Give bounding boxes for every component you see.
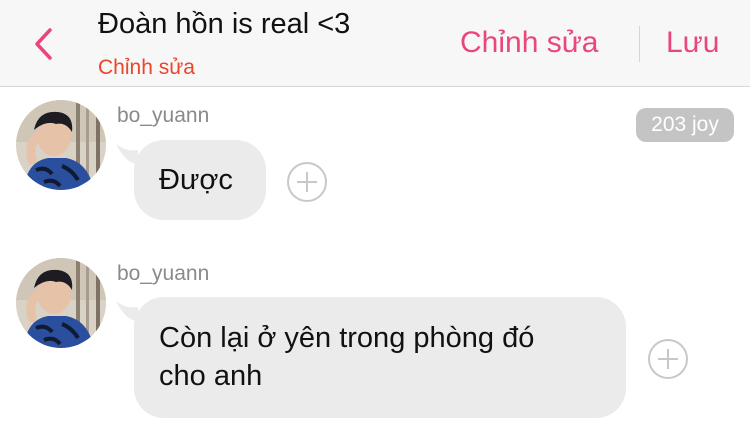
chat-subtitle[interactable]: Chỉnh sửa — [98, 56, 195, 80]
avatar-photo — [16, 258, 106, 348]
message-text-line: Còn lại ở yên trong phòng đó — [159, 322, 535, 354]
message-bubble: Được — [134, 140, 266, 220]
message-text: Được — [159, 164, 233, 196]
back-chevron-icon — [35, 28, 52, 60]
avatar-photo — [16, 100, 106, 190]
message-text-line: cho anh — [159, 360, 263, 392]
edit-button[interactable]: Chỉnh sửa — [460, 26, 599, 60]
header-divider — [639, 26, 640, 62]
top-bar: Đoàn hồn is real <3 Chỉnh sửa Chỉnh sửa … — [0, 0, 750, 87]
message-username: bo_yuann — [117, 262, 210, 285]
avatar[interactable] — [16, 258, 106, 348]
back-button[interactable] — [30, 26, 60, 62]
joy-badge: 203 joy — [636, 108, 734, 142]
save-button[interactable]: Lưu — [666, 26, 719, 60]
message-bubble: Còn lại ở yên trong phòng đó cho anh — [134, 297, 626, 418]
add-circle-icon[interactable] — [287, 162, 327, 202]
message-username: bo_yuann — [117, 104, 210, 127]
add-circle-icon[interactable] — [648, 339, 688, 379]
chat-title: Đoàn hồn is real <3 — [98, 8, 351, 40]
avatar[interactable] — [16, 100, 106, 190]
